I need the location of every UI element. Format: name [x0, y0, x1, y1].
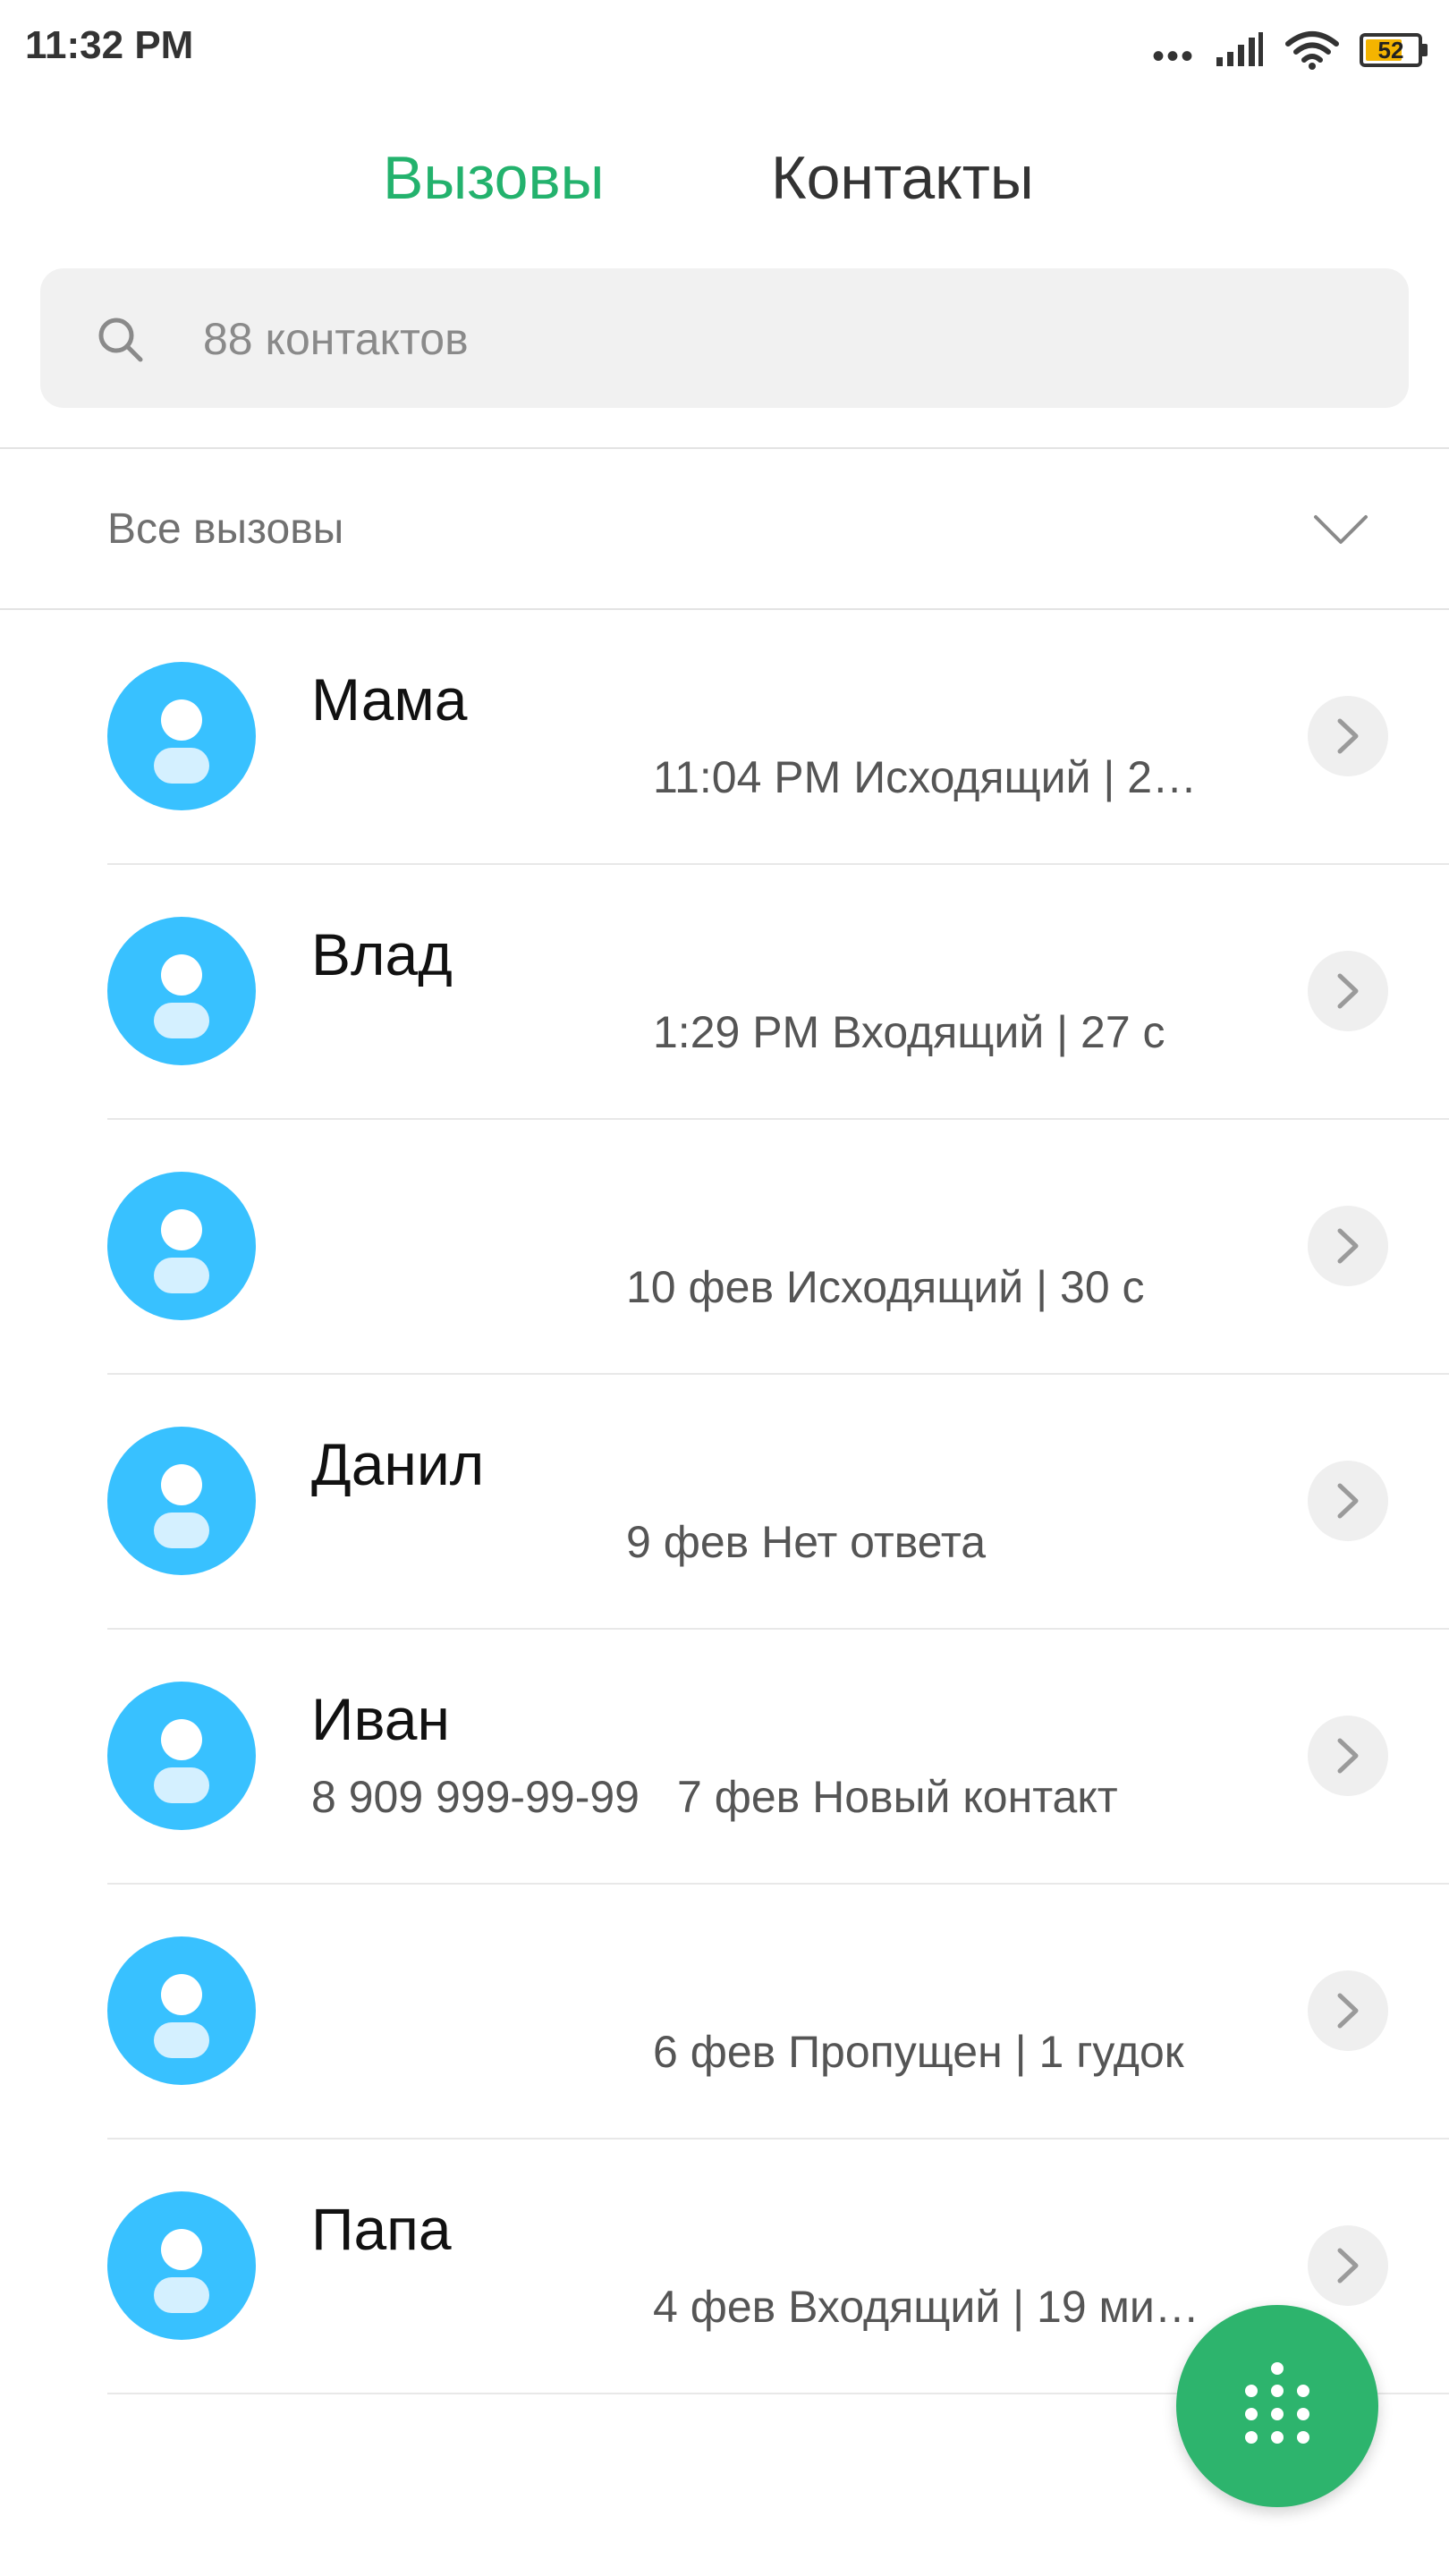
call-info-button[interactable]	[1308, 1461, 1388, 1541]
call-details: 11:04 PM Исходящий | 2…	[653, 752, 1198, 802]
contact-name: Папа	[311, 2196, 452, 2262]
call-row[interactable]: Мама 11:04 PM Исходящий | 2…	[0, 610, 1449, 865]
call-info-button[interactable]	[1308, 1206, 1388, 1286]
search-input[interactable]	[201, 302, 1368, 376]
chevron-down-icon	[1314, 515, 1368, 544]
avatar-person-icon	[107, 2191, 256, 2340]
avatar-person-icon	[107, 1936, 256, 2085]
chevron-right-icon	[1337, 2248, 1359, 2284]
call-info-button[interactable]	[1308, 2225, 1388, 2306]
call-details: 4 фев Входящий | 19 ми…	[653, 2282, 1199, 2332]
more-dots-icon: •••	[1151, 37, 1195, 76]
chevron-right-icon	[1337, 1228, 1359, 1264]
tab-calls[interactable]: Вызовы	[383, 143, 604, 213]
call-row[interactable]: 10 фев Исходящий | 30 с	[0, 1120, 1449, 1375]
call-details: 1:29 PM Входящий | 27 с	[653, 1007, 1165, 1057]
chevron-right-icon	[1337, 973, 1359, 1009]
contact-name: Влад	[311, 921, 453, 987]
contact-name: Данил	[311, 1431, 485, 1497]
search-icon	[98, 318, 143, 362]
chevron-right-icon	[1337, 1483, 1359, 1519]
call-row[interactable]: 6 фев Пропущен | 1 гудок	[0, 1885, 1449, 2140]
dialpad-icon	[1245, 2362, 1309, 2444]
call-info-button[interactable]	[1308, 951, 1388, 1031]
tab-contacts[interactable]: Контакты	[771, 143, 1034, 213]
call-row[interactable]: Иван 8 909 999-99-99 7 фев Новый контакт	[0, 1630, 1449, 1885]
status-icons: ••• 52	[1151, 25, 1428, 76]
avatar-person-icon	[107, 917, 256, 1065]
call-info-button[interactable]	[1308, 696, 1388, 776]
status-bar: 11:32 PM ••• 52	[0, 0, 1449, 98]
status-time: 11:32 PM	[25, 23, 194, 67]
avatar-person-icon	[107, 1682, 256, 1830]
contact-name: Мама	[311, 666, 468, 733]
chevron-right-icon	[1337, 1993, 1359, 2029]
battery-level: 52	[1377, 36, 1404, 64]
call-info-button[interactable]	[1308, 1970, 1388, 2051]
avatar-person-icon	[107, 1172, 256, 1320]
call-details: 9 фев Нет ответа	[626, 1517, 987, 1567]
avatar-person-icon	[107, 1427, 256, 1575]
call-details: 6 фев Пропущен | 1 гудок	[653, 2027, 1184, 2077]
search-bar[interactable]	[40, 268, 1409, 408]
chevron-right-icon	[1337, 1738, 1359, 1774]
call-info-button[interactable]	[1308, 1716, 1388, 1796]
chevron-right-icon	[1337, 718, 1359, 754]
tab-bar: Вызовы Контакты	[0, 134, 1449, 233]
dialpad-button[interactable]	[1176, 2305, 1378, 2507]
contact-name: Иван	[311, 1686, 450, 1752]
avatar-person-icon	[107, 662, 256, 810]
call-row[interactable]: Влад 1:29 PM Входящий | 27 с	[0, 865, 1449, 1120]
phone-number: 8 909 999-99-99	[311, 1772, 640, 1822]
signal-icon	[1216, 32, 1263, 66]
battery-icon: 52	[1360, 33, 1428, 67]
call-details: 10 фев Исходящий | 30 с	[626, 1262, 1145, 1312]
wifi-icon	[1285, 31, 1339, 70]
filter-label: Все вызовы	[107, 505, 344, 553]
call-row[interactable]: Данил 9 фев Нет ответа	[0, 1375, 1449, 1630]
call-details: 7 фев Новый контакт	[677, 1772, 1118, 1822]
call-filter-dropdown[interactable]: Все вызовы	[0, 449, 1449, 608]
